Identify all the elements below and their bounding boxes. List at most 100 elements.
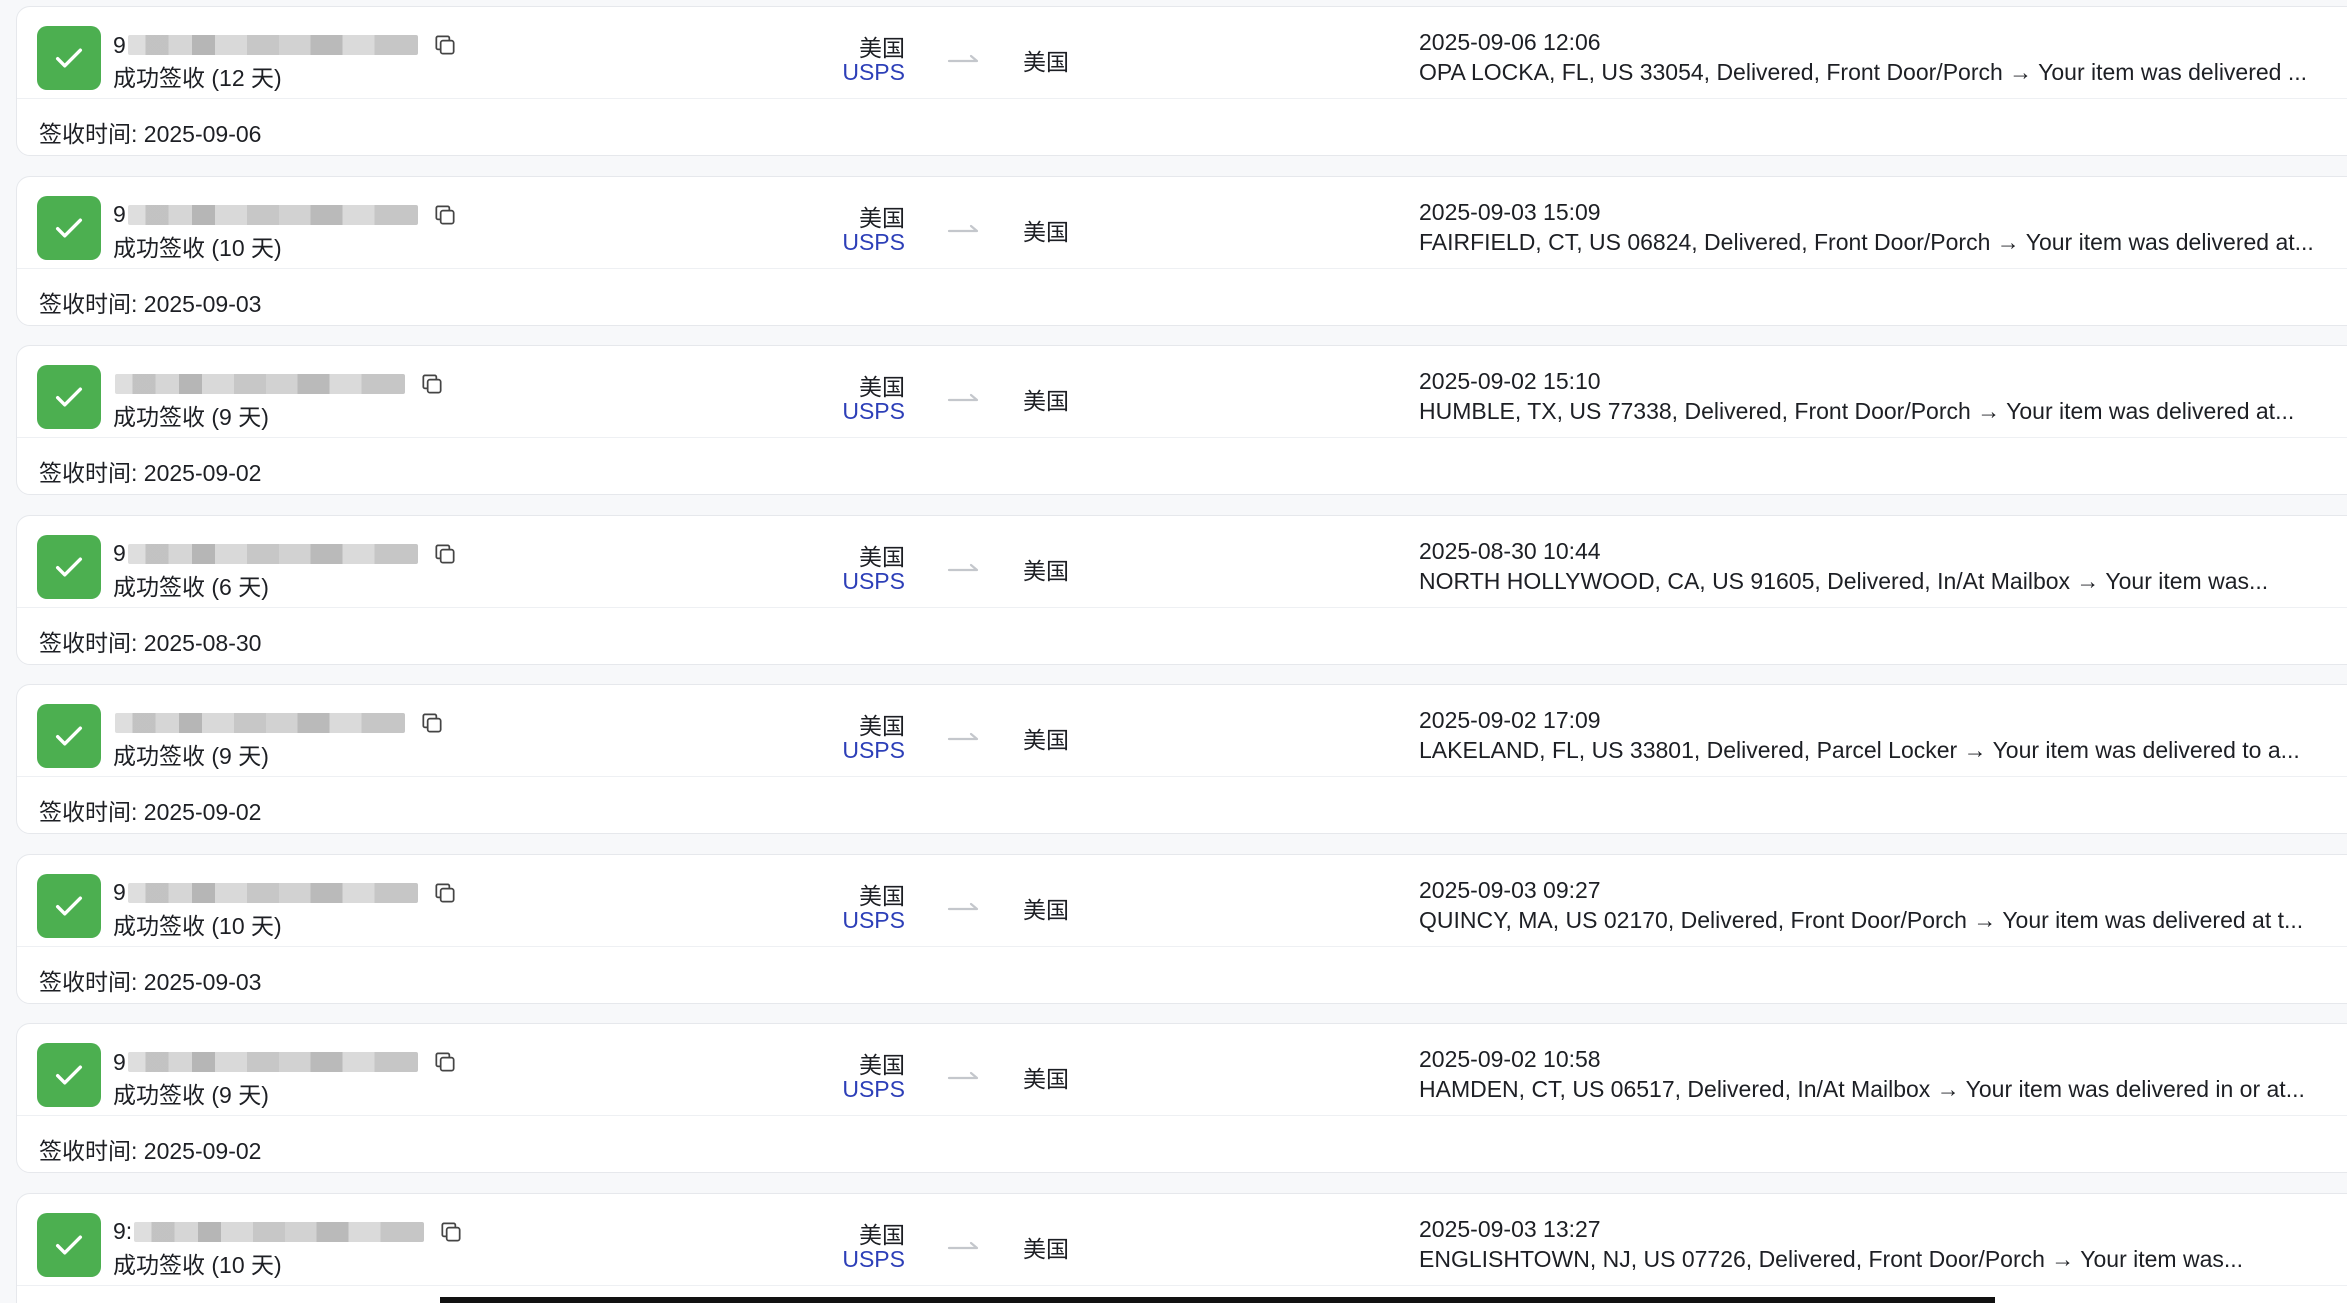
route-arrow-icon — [947, 54, 979, 63]
shipment-card[interactable]: 9 成功签收 (6 天) 美国 USPS 美国 2025-08-30 10:44… — [16, 514, 2347, 665]
shipment-summary-row[interactable]: 9 成功签收 (6 天) 美国 USPS 美国 2025-08-30 10:44… — [17, 516, 2347, 608]
latest-event-detail: HUMBLE, TX, US 77338, Delivered, Front D… — [1419, 398, 2295, 424]
latest-event-time: 2025-09-03 15:09 — [1419, 198, 1601, 225]
origin-country: 美国 — [859, 204, 905, 231]
shipment-summary-row[interactable]: 成功签收 (9 天) 美国 USPS 美国 2025-09-02 17:09 L… — [17, 685, 2347, 777]
route-arrow-icon — [947, 224, 979, 232]
tracking-number-redacted — [115, 713, 405, 733]
delivery-status: 成功签收 (9 天) — [113, 743, 269, 769]
shipment-card[interactable]: 9 成功签收 (10 天) 美国 USPS 美国 2025-09-03 09:2… — [16, 853, 2347, 1004]
carrier-link[interactable]: USPS — [835, 1076, 905, 1103]
carrier-link[interactable]: USPS — [835, 568, 905, 595]
check-icon — [55, 1235, 83, 1254]
destination-country: 美国 — [1023, 896, 1069, 923]
check-icon — [55, 218, 83, 237]
copy-icon[interactable] — [432, 1049, 458, 1075]
tracking-number — [113, 705, 445, 741]
shipment-card[interactable]: 9 成功签收 (12 天) 美国 USPS 美国 2025-09-06 12:0… — [16, 6, 2347, 156]
check-icon — [55, 726, 83, 746]
copy-icon[interactable] — [432, 32, 458, 58]
route-arrow-icon — [947, 393, 979, 402]
destination-country: 美国 — [1023, 1235, 1069, 1262]
signed-time: 签收时间: 2025-09-02 — [39, 460, 262, 486]
tracking-number: 9 — [113, 27, 458, 63]
tracking-number: 9 — [113, 1044, 458, 1080]
delivered-status-badge — [37, 873, 101, 938]
delivered-status-badge — [37, 1043, 101, 1107]
delivery-status: 成功签收 (10 天) — [113, 234, 282, 261]
latest-event-detail: OPA LOCKA, FL, US 33054, Delivered, Fron… — [1419, 59, 2308, 85]
check-icon — [55, 896, 83, 915]
carrier-link[interactable]: USPS — [835, 1246, 905, 1273]
carrier-link[interactable]: USPS — [835, 398, 905, 425]
route-arrow-icon — [947, 563, 979, 571]
latest-event-detail: FAIRFIELD, CT, US 06824, Delivered, Fron… — [1419, 228, 2314, 255]
tracking-number-redacted — [127, 35, 418, 55]
carrier-link[interactable]: USPS — [835, 59, 905, 86]
signed-time: 签收时间: 2025-09-06 — [39, 121, 262, 147]
shipment-summary-row[interactable]: 成功签收 (9 天) 美国 USPS 美国 2025-09-02 15:10 H… — [17, 346, 2347, 438]
tracking-number: 9 — [113, 875, 458, 911]
shipment-summary-row[interactable]: 9 成功签收 (10 天) 美国 USPS 美国 2025-09-03 09:2… — [17, 855, 2347, 947]
latest-event-time: 2025-09-03 09:27 — [1419, 876, 1601, 903]
latest-event-time: 2025-09-06 12:06 — [1419, 29, 1601, 55]
destination-country: 美国 — [1023, 49, 1069, 75]
delivery-status: 成功签收 (12 天) — [113, 65, 282, 91]
copy-icon[interactable] — [438, 1219, 464, 1245]
destination-country: 美国 — [1023, 1066, 1069, 1092]
origin-country: 美国 — [859, 374, 905, 400]
shipment-list: 9 成功签收 (12 天) 美国 USPS 美国 2025-09-06 12:0… — [0, 0, 2347, 1303]
copy-icon[interactable] — [432, 541, 458, 567]
shipment-card[interactable]: 9 成功签收 (9 天) 美国 USPS 美国 2025-09-02 10:58… — [16, 1023, 2347, 1173]
signed-time: 签收时间: 2025-08-30 — [39, 629, 262, 656]
latest-event-detail: LAKELAND, FL, US 33801, Delivered, Parce… — [1419, 737, 2300, 763]
carrier-link[interactable]: USPS — [835, 907, 905, 934]
origin-country: 美国 — [859, 713, 905, 739]
delivery-status: 成功签收 (6 天) — [113, 573, 269, 600]
delivered-status-badge — [37, 365, 101, 429]
tracking-number-redacted — [127, 543, 418, 564]
latest-event-detail: HAMDEN, CT, US 06517, Delivered, In/At M… — [1419, 1076, 2305, 1102]
route-arrow-icon — [947, 1071, 979, 1080]
shipment-summary-row[interactable]: 9 成功签收 (10 天) 美国 USPS 美国 2025-09-03 15:0… — [17, 177, 2347, 269]
signed-time: 签收时间: 2025-09-02 — [39, 799, 262, 825]
latest-event-time: 2025-09-02 17:09 — [1419, 707, 1601, 733]
copy-icon[interactable] — [432, 202, 458, 228]
destination-country: 美国 — [1023, 557, 1069, 584]
shipment-card[interactable]: 成功签收 (9 天) 美国 USPS 美国 2025-09-02 17:09 L… — [16, 684, 2347, 834]
latest-event-detail: ENGLISHTOWN, NJ, US 07726, Delivered, Fr… — [1419, 1245, 2244, 1272]
delivered-status-badge — [37, 195, 101, 260]
shipment-card[interactable]: 9: 成功签收 (10 天) 美国 USPS 美国 2025-09-03 13:… — [16, 1192, 2347, 1303]
horizontal-scrollbar[interactable] — [440, 1297, 1995, 1303]
tracking-number-visible: 9 — [113, 879, 126, 905]
carrier-link[interactable]: USPS — [835, 737, 905, 764]
carrier-link[interactable]: USPS — [835, 229, 905, 256]
delivery-status: 成功签收 (9 天) — [113, 404, 269, 430]
delivery-status: 成功签收 (9 天) — [113, 1082, 269, 1108]
shipment-summary-row[interactable]: 9: 成功签收 (10 天) 美国 USPS 美国 2025-09-03 13:… — [17, 1194, 2347, 1286]
delivery-status: 成功签收 (10 天) — [113, 912, 282, 939]
shipment-card[interactable]: 成功签收 (9 天) 美国 USPS 美国 2025-09-02 15:10 H… — [16, 345, 2347, 495]
copy-icon[interactable] — [419, 371, 445, 397]
tracking-number: 9: — [113, 1214, 464, 1250]
check-icon — [55, 1065, 83, 1085]
shipment-card[interactable]: 9 成功签收 (10 天) 美国 USPS 美国 2025-09-03 15:0… — [16, 175, 2347, 326]
signed-time: 签收时间: 2025-09-03 — [39, 968, 262, 995]
tracking-number: 9 — [113, 536, 458, 572]
origin-country: 美国 — [859, 882, 905, 909]
destination-country: 美国 — [1023, 388, 1069, 414]
tracking-number-redacted — [115, 374, 405, 394]
delivered-status-badge — [37, 1212, 101, 1277]
tracking-number-visible: 9 — [113, 201, 126, 227]
check-icon — [55, 48, 83, 68]
origin-country: 美国 — [859, 1221, 905, 1248]
tracking-number-redacted — [127, 204, 418, 225]
shipment-summary-row[interactable]: 9 成功签收 (9 天) 美国 USPS 美国 2025-09-02 10:58… — [17, 1024, 2347, 1116]
delivery-status: 成功签收 (10 天) — [113, 1251, 282, 1278]
copy-icon[interactable] — [419, 710, 445, 736]
shipment-summary-row[interactable]: 9 成功签收 (12 天) 美国 USPS 美国 2025-09-06 12:0… — [17, 7, 2347, 99]
signed-time: 签收时间: 2025-09-02 — [39, 1138, 262, 1164]
copy-icon[interactable] — [432, 880, 458, 906]
check-icon — [55, 387, 83, 407]
latest-event-detail: NORTH HOLLYWOOD, CA, US 91605, Delivered… — [1419, 567, 2269, 594]
